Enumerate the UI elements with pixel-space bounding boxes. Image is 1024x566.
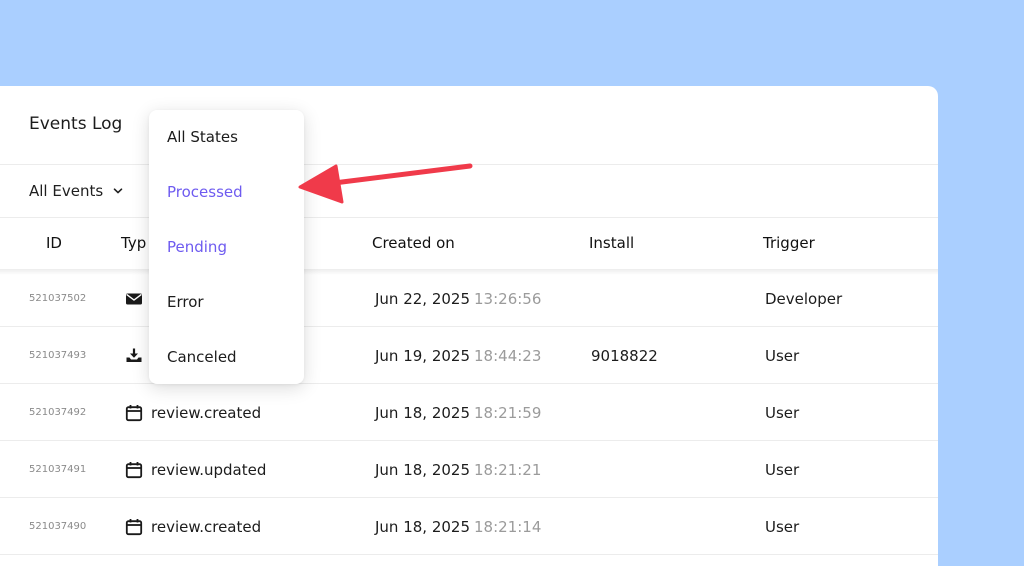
menu-item-error[interactable]: Error [167,293,204,311]
events-filter-dropdown[interactable]: All Events [29,182,123,200]
menu-item-canceled[interactable]: Canceled [167,348,237,366]
event-date: Jun 22, 2025 [375,289,471,308]
event-date: Jun 19, 2025 [375,346,471,365]
event-trigger: Developer [765,289,843,308]
event-install: 9018822 [591,346,658,365]
column-header-install[interactable]: Install [589,234,634,252]
event-trigger: User [765,517,800,536]
event-time: 13:26:56 [474,289,542,308]
calendar-icon [125,461,143,478]
column-header-type[interactable]: Typ [121,234,146,252]
event-type [125,270,151,327]
event-type-label: review.updated [151,460,267,479]
calendar-icon [125,518,143,535]
event-id: 521037492 [29,407,87,418]
table-row[interactable]: 521037490 review.created Jun 18, 2025 18… [0,498,938,555]
event-time: 18:21:14 [474,517,542,536]
row-divider [0,554,938,555]
table-row[interactable]: 521037502 Jun 22, 2025 13:26:56 Develope… [0,270,938,327]
event-created-on: Jun 18, 2025 18:21:21 [375,441,541,498]
column-header-id[interactable]: ID [46,234,62,252]
event-created-on: Jun 22, 2025 13:26:56 [375,270,541,327]
download-icon [126,348,142,362]
envelope-icon [126,293,142,304]
event-trigger: User [765,403,800,422]
event-time: 18:21:59 [474,403,542,422]
event-type: review.created [125,498,261,555]
table-row[interactable]: 521037492 review.created Jun 18, 2025 18… [0,384,938,441]
event-date: Jun 18, 2025 [375,403,471,422]
menu-item-pending[interactable]: Pending [167,238,227,256]
column-header-trigger[interactable]: Trigger [763,234,815,252]
event-id: 521037490 [29,521,87,532]
page-title: Events Log [29,114,123,134]
event-id: 521037491 [29,464,87,475]
event-type: review.created [125,384,261,441]
event-type-label: review.created [151,403,262,422]
event-trigger: User [765,460,800,479]
event-id: 521037493 [29,350,87,361]
event-created-on: Jun 18, 2025 18:21:59 [375,384,541,441]
menu-item-all-states[interactable]: All States [167,128,238,146]
events-filter-label: All Events [29,182,104,200]
events-log-panel: Events Log All Events ID Typ Created on … [0,86,938,566]
event-time: 18:44:23 [474,346,542,365]
divider [0,217,938,218]
divider [0,164,938,165]
event-type: review.updated [125,441,266,498]
calendar-icon [125,404,143,421]
event-type-label: review.created [151,517,262,536]
event-trigger: User [765,346,800,365]
state-filter-menu: All States Processed Pending Error Cance… [149,110,304,384]
event-date: Jun 18, 2025 [375,517,471,536]
table-row[interactable]: 521037493 Jun 19, 2025 18:44:23 9018822 … [0,327,938,384]
chevron-down-icon [113,188,123,194]
column-header-created-on[interactable]: Created on [372,234,455,252]
event-type [125,327,151,384]
event-created-on: Jun 19, 2025 18:44:23 [375,327,541,384]
table-row[interactable]: 521037491 review.updated Jun 18, 2025 18… [0,441,938,498]
event-time: 18:21:21 [474,460,542,479]
event-created-on: Jun 18, 2025 18:21:14 [375,498,541,555]
menu-item-processed[interactable]: Processed [167,183,243,201]
event-date: Jun 18, 2025 [375,460,471,479]
event-id: 521037502 [29,293,87,304]
